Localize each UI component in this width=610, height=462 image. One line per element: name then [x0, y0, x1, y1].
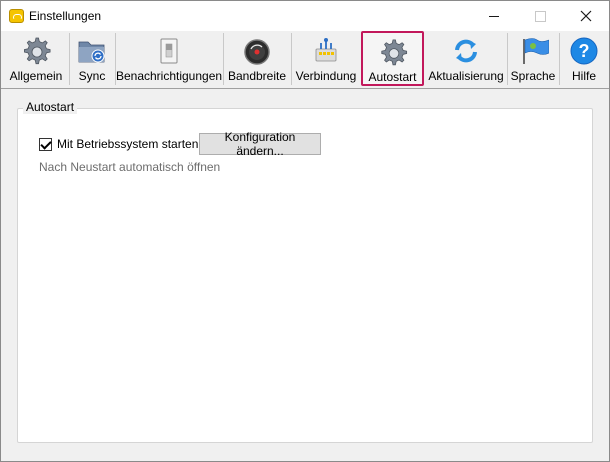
maximize-icon: [534, 10, 546, 22]
gear-icon: [24, 37, 51, 65]
change-configuration-button[interactable]: Konfiguration ändern...: [199, 130, 321, 158]
toolbar-divider: [223, 33, 224, 85]
window-title: Einstellungen: [29, 9, 102, 23]
network-icon: [315, 38, 337, 62]
tab-autostart[interactable]: Autostart: [361, 31, 424, 86]
tab-sprache[interactable]: Sprache: [509, 31, 557, 86]
autostart-checkbox-label[interactable]: Mit Betriebssystem starten: [57, 137, 198, 151]
toolbar-divider: [507, 33, 508, 85]
maximize-button[interactable]: [517, 1, 563, 31]
tab-hilfe-label: Hilfe: [571, 69, 596, 83]
tab-aktualisierung-label: Aktualisierung: [428, 69, 504, 83]
content-area: Mit Betriebssystem starten Konfiguration…: [1, 89, 609, 461]
toolbar-divider: [69, 33, 70, 85]
notification-switch-icon: [160, 38, 178, 64]
tab-hilfe[interactable]: ? Hilfe: [562, 31, 606, 86]
folder-sync-icon: [78, 41, 105, 63]
tab-sync-label: Sync: [78, 69, 106, 83]
gear-icon: [380, 39, 407, 66]
autostart-checkbox-row[interactable]: Mit Betriebssystem starten: [39, 137, 198, 151]
gauge-icon: [244, 39, 270, 65]
close-button[interactable]: [563, 1, 609, 31]
app-logo-icon: [9, 9, 24, 23]
tab-allgemein[interactable]: Allgemein: [7, 31, 65, 86]
refresh-icon: [455, 39, 477, 63]
tab-aktualisierung[interactable]: Aktualisierung: [426, 31, 506, 86]
tab-bandbreite[interactable]: Bandbreite: [225, 31, 289, 86]
minimize-button[interactable]: [471, 1, 517, 31]
tab-benachrichtigungen[interactable]: Benachrichtigungen: [115, 31, 223, 86]
svg-text:?: ?: [579, 41, 590, 61]
settings-toolbar: Allgemein Sync Benachrichtigungen Bandbr…: [1, 31, 609, 89]
title-bar: Einstellungen: [1, 1, 609, 31]
autostart-group: Mit Betriebssystem starten Konfiguration…: [17, 108, 593, 443]
toolbar-divider: [559, 33, 560, 85]
tab-benachrichtigungen-label: Benachrichtigungen: [115, 69, 223, 83]
minimize-icon: [489, 15, 499, 17]
tab-autostart-label: Autostart: [368, 70, 417, 84]
flag-icon: [523, 38, 549, 64]
close-icon: [580, 10, 592, 22]
help-icon: ?: [570, 37, 598, 65]
settings-window: Einstellungen Allgemein Sync Benachricht…: [0, 0, 610, 462]
autostart-hint: Nach Neustart automatisch öffnen: [39, 160, 221, 174]
autostart-checkbox[interactable]: [39, 137, 52, 151]
tab-verbindung-label: Verbindung: [295, 69, 357, 83]
tab-sprache-label: Sprache: [510, 69, 556, 83]
toolbar-divider: [291, 33, 292, 85]
autostart-group-title: Autostart: [23, 100, 78, 114]
tab-bandbreite-label: Bandbreite: [227, 69, 287, 83]
tab-allgemein-label: Allgemein: [9, 69, 63, 83]
tab-verbindung[interactable]: Verbindung: [293, 31, 359, 86]
tab-sync[interactable]: Sync: [71, 31, 113, 86]
